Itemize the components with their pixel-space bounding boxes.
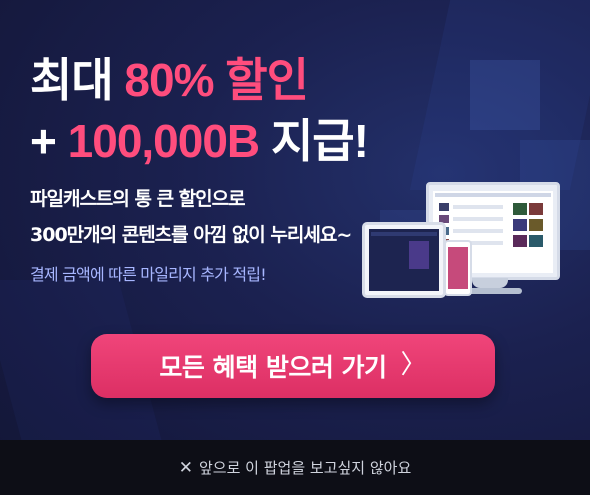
background-shape (470, 60, 540, 130)
discount-highlight: 80% 할인 (124, 54, 308, 106)
bonus-highlight: 100,000B (67, 115, 260, 167)
headline-bonus: + 100,000B 지급! (30, 105, 369, 171)
headline-plus: + (30, 115, 57, 167)
headline-suffix: 지급! (270, 115, 369, 167)
promo-popup: 최대 80% 할인 + 100,000B 지급! 파일캐스트의 통 큰 할인으로… (0, 0, 590, 495)
promo-subtext-line1: 파일캐스트의 통 큰 할인으로 (30, 188, 246, 210)
chevron-right-icon: 〉 (400, 350, 427, 380)
close-icon: ✕ (178, 457, 193, 478)
dont-show-again-label: 앞으로 이 팝업을 보고싶지 않아요 (198, 459, 412, 477)
devices-illustration (362, 178, 562, 298)
phone-image (444, 240, 472, 296)
mileage-note: 결제 금액에 따른 마일리지 추가 적립! (30, 265, 267, 284)
view-all-benefits-button[interactable]: 모든 혜택 받으러 가기 〉 (91, 334, 495, 398)
headline-discount: 최대 80% 할인 (30, 44, 309, 110)
tablet-image (362, 222, 446, 298)
headline-prefix: 최대 (30, 54, 114, 106)
cta-label: 모든 혜택 받으러 가기 (159, 353, 387, 382)
dont-show-again-button[interactable]: ✕ 앞으로 이 팝업을 보고싶지 않아요 (0, 440, 590, 495)
promo-subtext-line2: 300만개의 콘텐츠를 아낌 없이 누리세요~ (30, 224, 352, 246)
